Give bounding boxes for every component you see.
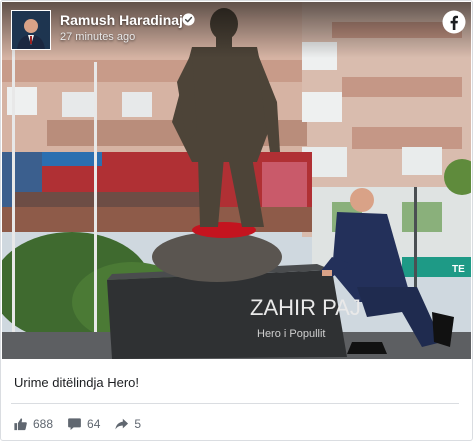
share-button[interactable]: 5: [114, 417, 141, 431]
divider: [11, 403, 459, 404]
facebook-post-card: ZAHIR PAJ Hero i Popullit TE Ramush Hara…: [0, 0, 473, 441]
share-count: 5: [134, 417, 142, 431]
avatar[interactable]: [11, 10, 51, 50]
page-name[interactable]: Ramush Haradinaj: [60, 12, 183, 28]
comment-count: 64: [87, 417, 101, 431]
post-photo[interactable]: ZAHIR PAJ Hero i Popullit TE Ramush Hara…: [2, 2, 471, 359]
post-actions: 688 64 5: [13, 415, 155, 433]
comment-button[interactable]: 64: [67, 417, 100, 431]
like-button[interactable]: 688: [13, 417, 53, 431]
like-count: 688: [33, 417, 54, 431]
facebook-logo-icon: [442, 10, 466, 34]
share-arrow-icon: [115, 418, 129, 430]
monument-inscription-line2: Hero i Popullit: [257, 328, 325, 340]
verified-badge-icon: [182, 13, 195, 26]
post-caption: Urime ditëlindja Hero!: [14, 375, 139, 390]
monument-inscription-line1: ZAHIR PAJ: [250, 295, 361, 320]
shop-sign-text: TE: [452, 264, 465, 275]
post-timestamp[interactable]: 27 minutes ago: [60, 31, 135, 43]
comment-icon: [68, 418, 81, 430]
thumbs-up-icon: [14, 418, 27, 431]
header-gradient: [2, 2, 471, 58]
